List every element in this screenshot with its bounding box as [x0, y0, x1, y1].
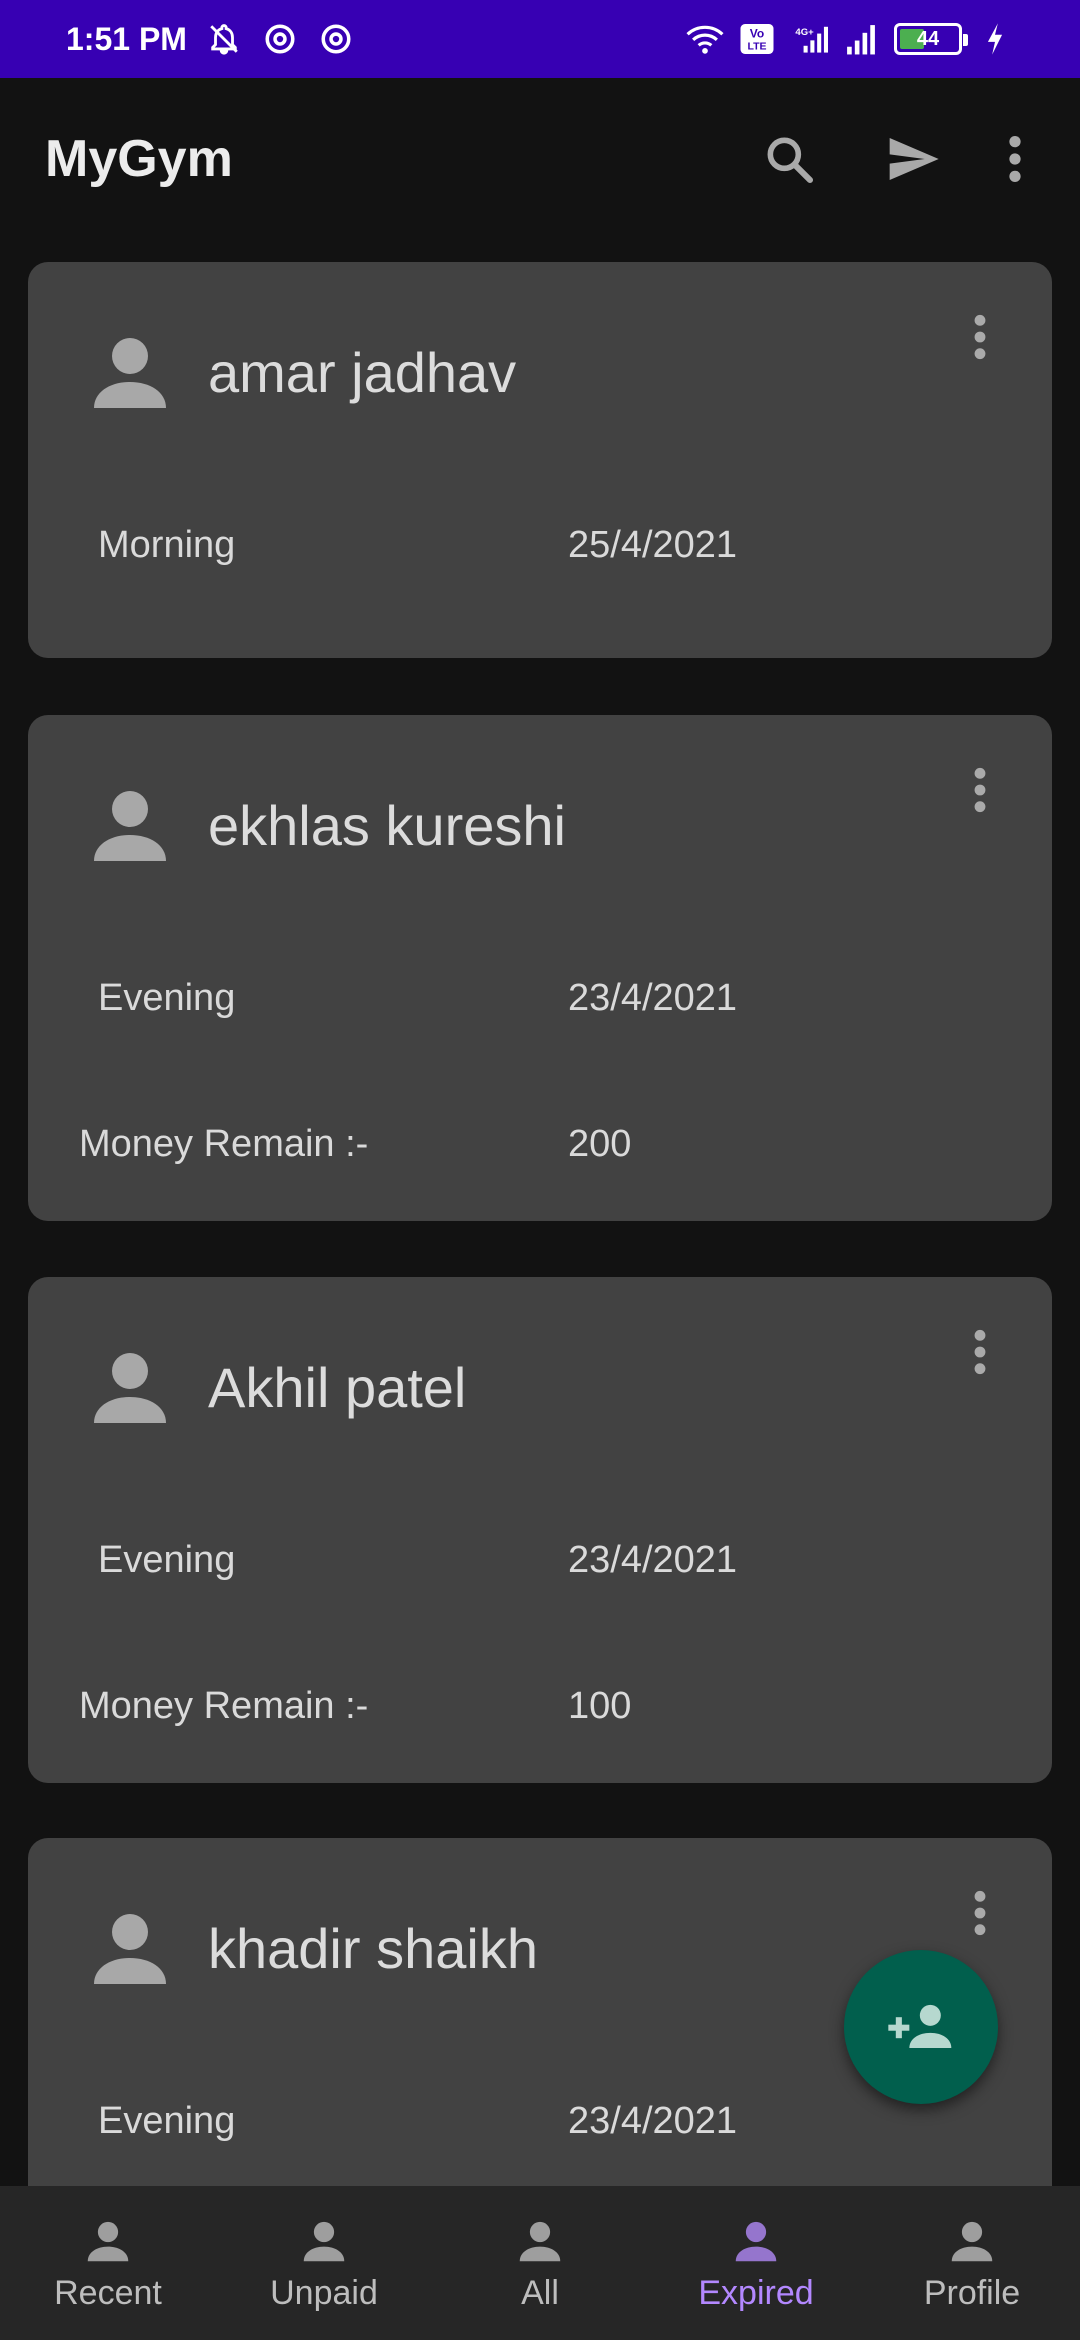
svg-text:LTE: LTE — [747, 41, 766, 53]
battery-icon: 44 — [894, 23, 968, 55]
nav-item-recent[interactable]: Recent — [0, 2186, 216, 2340]
money-remain-value: 200 — [568, 1123, 632, 1165]
card-menu-button[interactable] — [960, 302, 1000, 372]
app-bar: MyGym — [0, 78, 1080, 240]
member-shift: Evening — [98, 1539, 236, 1581]
member-card[interactable]: Akhil patel Evening 23/4/2021 Money Rema… — [28, 1277, 1052, 1783]
nav-item-all[interactable]: All — [432, 2186, 648, 2340]
more-vert-icon — [974, 1329, 986, 1375]
sync-icon — [261, 20, 299, 58]
money-remain-label: Money Remain :- — [79, 1123, 369, 1165]
nav-label: Profile — [923, 2273, 1021, 2312]
nav-item-expired[interactable]: Expired — [648, 2186, 864, 2340]
member-shift: Morning — [98, 524, 236, 566]
more-vert-icon — [1009, 136, 1021, 182]
member-date: 23/4/2021 — [568, 2100, 738, 2142]
member-date: 23/4/2021 — [568, 1539, 738, 1581]
svg-text:Vo: Vo — [750, 27, 764, 41]
charging-icon — [976, 20, 1014, 58]
signal-icon: 4G+ — [790, 20, 828, 58]
member-name: ekhlas kureshi — [208, 794, 566, 857]
bottom-navigation: Recent Unpaid All Expired Profile — [0, 2186, 1080, 2340]
person-icon — [82, 1339, 178, 1435]
member-date: 25/4/2021 — [568, 524, 738, 566]
send-button[interactable] — [871, 117, 955, 201]
person-icon — [519, 2221, 561, 2261]
more-vert-icon — [974, 1890, 986, 1936]
member-shift: Evening — [98, 977, 236, 1019]
search-icon — [767, 137, 814, 184]
money-remain-value: 100 — [568, 1685, 632, 1727]
member-list[interactable]: amar jadhav Morning 25/4/2021 ekhlas kur… — [0, 240, 1080, 2186]
mute-icon — [205, 20, 243, 58]
member-date: 23/4/2021 — [568, 977, 738, 1019]
person-icon — [82, 324, 178, 420]
svg-text:4G+: 4G+ — [795, 27, 814, 38]
member-name: amar jadhav — [208, 341, 517, 404]
person-icon — [735, 2221, 777, 2261]
signal-icon — [842, 20, 880, 58]
member-card[interactable]: amar jadhav Morning 25/4/2021 — [28, 262, 1052, 658]
add-person-icon — [888, 2004, 952, 2048]
volte-icon: Vo LTE — [738, 20, 776, 58]
status-bar: 1:51 PM Vo LTE 4G+ 44 — [0, 0, 1080, 78]
nav-label: Recent — [54, 2273, 162, 2312]
add-member-button[interactable] — [844, 1950, 998, 2104]
card-menu-button[interactable] — [960, 1878, 1000, 1948]
person-icon — [951, 2221, 993, 2261]
nav-label: Expired — [698, 2273, 814, 2312]
sync-icon — [317, 20, 355, 58]
status-time: 1:51 PM — [66, 20, 187, 57]
app-title: MyGym — [45, 130, 233, 188]
card-menu-button[interactable] — [960, 1317, 1000, 1387]
person-icon — [303, 2221, 345, 2261]
nav-item-profile[interactable]: Profile — [864, 2186, 1080, 2340]
person-icon — [82, 777, 178, 873]
more-vert-icon — [974, 767, 986, 813]
wifi-icon — [686, 20, 724, 58]
person-icon — [82, 1900, 178, 1996]
person-icon — [87, 2221, 129, 2261]
member-name: Akhil patel — [208, 1356, 467, 1419]
money-remain-label: Money Remain :- — [79, 1685, 369, 1727]
more-options-button[interactable] — [995, 117, 1035, 201]
member-shift: Evening — [98, 2100, 236, 2142]
search-button[interactable] — [747, 117, 831, 201]
member-card[interactable]: ekhlas kureshi Evening 23/4/2021 Money R… — [28, 715, 1052, 1221]
more-vert-icon — [974, 314, 986, 360]
nav-label: All — [521, 2273, 559, 2312]
nav-label: Unpaid — [270, 2273, 378, 2312]
card-menu-button[interactable] — [960, 755, 1000, 825]
send-icon — [889, 138, 939, 180]
nav-item-unpaid[interactable]: Unpaid — [216, 2186, 432, 2340]
member-name: khadir shaikh — [208, 1917, 538, 1980]
